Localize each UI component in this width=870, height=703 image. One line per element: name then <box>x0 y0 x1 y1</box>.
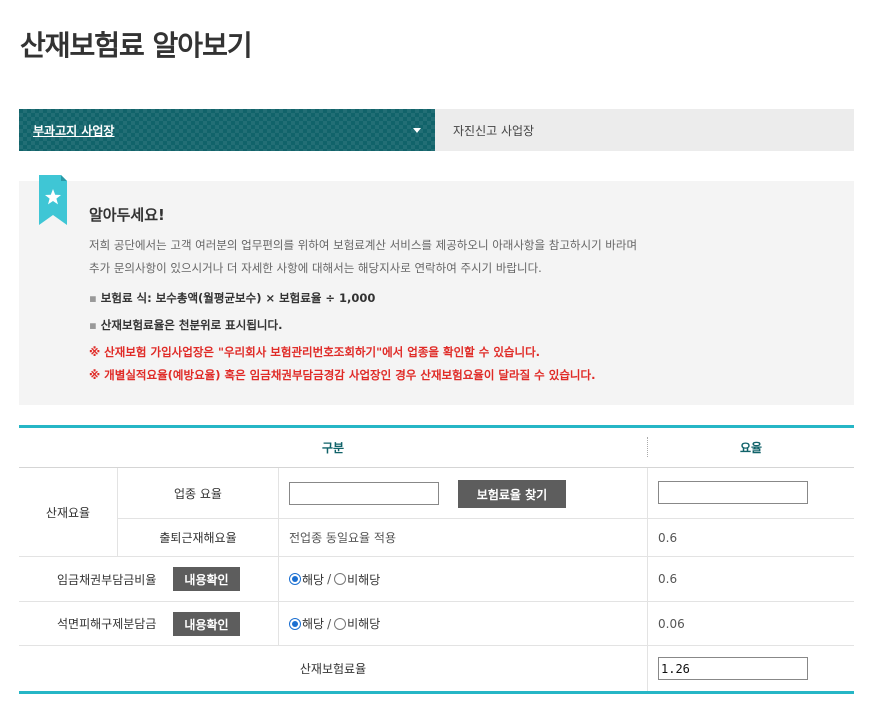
total-rate-label: 산재보험료율 <box>299 662 367 676</box>
wage-claim-label: 임금채권부담금비율 <box>57 572 157 587</box>
industry-rate-input[interactable] <box>289 482 439 505</box>
industry-rate-value-input[interactable] <box>658 481 808 504</box>
notice-desc-line: 추가 문의사항이 있으시거나 더 자세한 사항에 대해서는 해당지사로 연락하여… <box>89 261 542 275</box>
radio-label: 비해당 <box>347 572 381 587</box>
caret-down-icon <box>413 128 421 133</box>
commute-rate-label: 출퇴근재해요율 <box>159 531 237 545</box>
notice-title: 알아두세요! <box>89 206 165 224</box>
radio-label: 해당 <box>302 572 325 587</box>
radio-label: 비해당 <box>347 617 381 631</box>
tab-bar: 부과고지 사업장 자진신고 사업장 <box>19 109 854 151</box>
header-rate: 요율 <box>739 441 763 455</box>
commute-rate-value: 0.6 <box>658 530 678 545</box>
asbestos-yes-radio[interactable] <box>289 617 301 630</box>
asbestos-radio-group: 해당 / 비해당 <box>289 602 380 645</box>
find-rate-button[interactable]: 보험료율 찾기 <box>458 480 566 508</box>
tab-self-report-label: 자진신고 사업장 <box>453 123 535 138</box>
commute-rate-note: 전업종 동일요율 적용 <box>289 531 396 545</box>
wage-claim-rate-value: 0.6 <box>658 572 678 586</box>
notice-bullet-text: 산재보험료율은 천분위로 표시됩니다. <box>100 318 283 332</box>
bullet-dot-icon: ▪ <box>89 291 97 305</box>
page-title: 산재보험료 알아보기 <box>20 29 253 62</box>
wage-claim-yes-radio[interactable] <box>289 573 301 585</box>
tab-levy-notice[interactable]: 부과고지 사업장 <box>19 109 435 151</box>
notice-bullet-unit: ▪ 산재보험료율은 천분위로 표시됩니다. <box>89 317 282 333</box>
industry-rate-label: 업종 요율 <box>174 486 222 501</box>
total-rate-input[interactable]: 1.26 <box>658 657 808 680</box>
bullet-dot-icon: ▪ <box>89 318 97 332</box>
notice-bullet-formula: ▪ 보험료 식: 보수총액(월평균보수) × 보험료율 ÷ 1,000 <box>89 290 375 306</box>
wage-claim-radio-group: 해당 / 비해당 <box>289 557 380 601</box>
asbestos-label: 석면피해구제분담금 <box>57 617 157 631</box>
asbestos-rate-value: 0.06 <box>658 616 685 631</box>
radio-separator: / <box>327 616 332 631</box>
radio-separator: / <box>327 572 332 586</box>
asbestos-no-radio[interactable] <box>334 617 347 630</box>
notice-description: 저희 공단에서는 고객 여러분의 업무편의를 위하여 보험료계산 서비스를 제공… <box>89 234 829 280</box>
rate-table: 구분 요율 산재요율 업종 요율 보험료율 찾기 출퇴근재해요율 전업종 동일요… <box>19 425 854 695</box>
tab-levy-notice-label: 부과고지 사업장 <box>33 123 115 138</box>
wage-claim-detail-button[interactable]: 내용확인 <box>173 567 240 591</box>
header-category: 구분 <box>321 441 345 455</box>
notice-warning: ※ 개별실적요율(예방요율) 혹은 임금채권부담금경감 사업장인 경우 산재보험… <box>89 368 596 382</box>
group-label: 산재요율 <box>45 505 91 520</box>
col-divider <box>647 468 648 691</box>
notice-warning: ※ 산재보험 가입사업장은 "우리회사 보험관리번호조회하기"에서 업종을 확인… <box>89 345 541 359</box>
notice-bullet-text: 보험료 식: 보수총액(월평균보수) × 보험료율 ÷ 1,000 <box>100 291 376 305</box>
tab-self-report[interactable]: 자진신고 사업장 <box>435 109 854 151</box>
notice-desc-line: 저희 공단에서는 고객 여러분의 업무편의를 위하여 보험료계산 서비스를 제공… <box>89 238 638 252</box>
wage-claim-no-radio[interactable] <box>334 573 347 585</box>
bookmark-star-icon <box>39 175 67 225</box>
radio-label: 해당 <box>302 617 325 631</box>
asbestos-detail-button[interactable]: 내용확인 <box>173 612 240 636</box>
table-bottom-border <box>19 691 854 694</box>
notice-box: 알아두세요! 저희 공단에서는 고객 여러분의 업무편의를 위하여 보험료계산 … <box>19 175 854 405</box>
